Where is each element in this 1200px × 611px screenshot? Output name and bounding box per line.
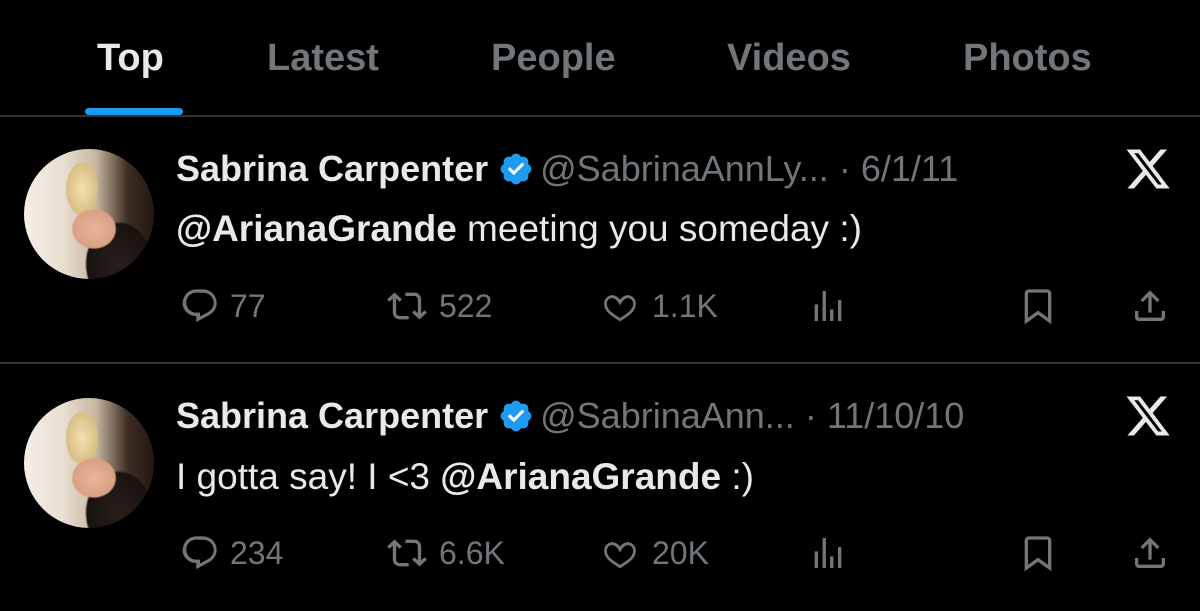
reply-count: 234 <box>230 534 284 571</box>
tab-videos[interactable]: Videos <box>727 34 851 82</box>
tweet[interactable]: Sabrina Carpenter @SabrinaAnnLy... · 6/1/… <box>0 117 1200 363</box>
reply-icon <box>182 288 217 322</box>
separator-dot: · <box>804 395 817 436</box>
share-button[interactable] <box>1128 283 1172 323</box>
separator-dot: · <box>838 148 851 189</box>
heart-icon <box>604 294 636 321</box>
bookmark-button[interactable] <box>1016 530 1060 571</box>
tab-photos[interactable]: Photos <box>963 34 1092 82</box>
x-logo-icon[interactable] <box>1124 145 1172 193</box>
mention-link[interactable]: @ArianaGrande <box>440 456 721 497</box>
tweet-text-part: :) <box>721 456 754 497</box>
author-handle[interactable]: @SabrinaAnnLy... <box>540 148 829 189</box>
author-name[interactable]: Sabrina Carpenter <box>176 148 488 189</box>
verified-badge-icon <box>500 153 532 185</box>
verified-badge-icon <box>500 400 532 432</box>
share-button[interactable] <box>1128 530 1172 570</box>
repost-icon <box>387 292 427 320</box>
reply-button[interactable]: 77 <box>180 283 266 324</box>
like-count: 1.1K <box>652 287 718 324</box>
views-button[interactable] <box>806 283 850 323</box>
share-icon <box>1135 289 1165 321</box>
avatar[interactable] <box>24 398 154 528</box>
tab-people[interactable]: People <box>491 34 616 82</box>
search-tabs: Top Latest People Videos Photos <box>0 0 1200 116</box>
like-button[interactable]: 20K <box>598 530 709 571</box>
like-button[interactable]: 1.1K <box>598 283 718 324</box>
repost-count: 6.6K <box>439 534 505 571</box>
author-name[interactable]: Sabrina Carpenter <box>176 395 488 436</box>
views-button[interactable] <box>806 530 850 570</box>
repost-button[interactable]: 6.6K <box>385 530 505 571</box>
active-tab-indicator <box>85 108 183 115</box>
x-logo-icon[interactable] <box>1124 392 1172 440</box>
tweet-text: I gotta say! I <3 @ArianaGrande :) <box>176 454 754 500</box>
bookmark-icon <box>1024 535 1052 571</box>
like-count: 20K <box>652 534 709 571</box>
tweet[interactable]: Sabrina Carpenter @SabrinaAnn... · 11/10/… <box>0 364 1200 610</box>
repost-count: 522 <box>439 287 493 324</box>
tweet-header: Sabrina Carpenter @SabrinaAnn... · 11/10/… <box>176 394 964 438</box>
bookmark-icon <box>1024 288 1052 324</box>
mention-link[interactable]: @ArianaGrande <box>176 208 457 249</box>
tweet-date[interactable]: 11/10/10 <box>827 395 964 436</box>
reply-icon <box>182 535 217 569</box>
reply-button[interactable]: 234 <box>180 530 284 571</box>
tab-top[interactable]: Top <box>97 34 164 82</box>
tweet-text-part: I gotta say! I <3 <box>176 456 441 497</box>
views-icon <box>814 290 842 321</box>
tweet-text-part: meeting you someday :) <box>456 208 862 249</box>
views-icon <box>814 537 842 568</box>
repost-button[interactable]: 522 <box>385 283 493 324</box>
author-handle[interactable]: @SabrinaAnn... <box>540 395 795 436</box>
avatar[interactable] <box>24 149 154 279</box>
reply-count: 77 <box>230 287 266 324</box>
tweet-date[interactable]: 6/1/11 <box>861 148 958 189</box>
tab-latest[interactable]: Latest <box>267 34 379 82</box>
bookmark-button[interactable] <box>1016 283 1060 324</box>
tweet-header: Sabrina Carpenter @SabrinaAnnLy... · 6/1/… <box>176 147 958 191</box>
share-icon <box>1135 536 1165 568</box>
repost-icon <box>387 539 427 567</box>
tweet-text: @ArianaGrande meeting you someday :) <box>176 206 862 252</box>
heart-icon <box>604 541 636 568</box>
